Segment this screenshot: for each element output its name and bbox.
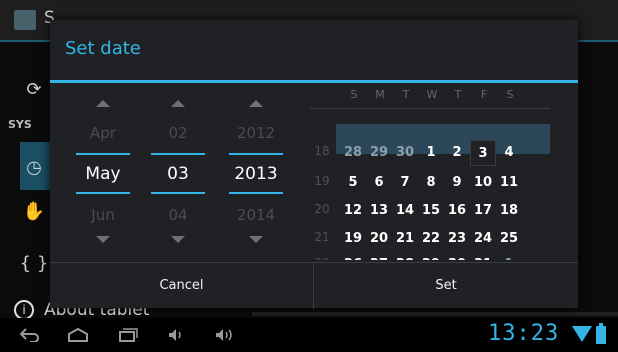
- calendar-day[interactable]: 8: [418, 170, 444, 196]
- month-increment-arrow-icon[interactable]: [96, 100, 110, 107]
- calendar-day[interactable]: 2: [444, 140, 470, 166]
- calendar-day[interactable]: 30: [444, 252, 470, 260]
- calendar-day[interactable]: 25: [496, 226, 522, 252]
- hand-icon: ✋: [22, 200, 46, 222]
- calendar-day[interactable]: 15: [418, 198, 444, 224]
- calendar-day[interactable]: 20: [366, 226, 392, 252]
- braces-icon: { }: [19, 252, 49, 274]
- recents-icon[interactable]: [116, 324, 140, 346]
- weekday-label: T: [454, 88, 462, 101]
- clock-icon: ◷: [26, 156, 42, 178]
- calendar-day[interactable]: 28: [340, 140, 366, 166]
- day-increment-arrow-icon[interactable]: [171, 100, 185, 107]
- day-current-value[interactable]: 03: [147, 164, 209, 184]
- calendar-day[interactable]: 29: [366, 140, 392, 166]
- calendar-day[interactable]: 21: [392, 226, 418, 252]
- day-next-value[interactable]: 04: [147, 206, 209, 224]
- day-selector-line-bottom: [151, 192, 205, 194]
- calendar-day[interactable]: 17: [470, 198, 496, 224]
- home-icon[interactable]: [66, 324, 90, 346]
- calendar-day[interactable]: 16: [444, 198, 470, 224]
- month-selector-line-bottom: [76, 192, 130, 194]
- year-selector-line-top: [229, 153, 283, 155]
- day-selector-line-top: [151, 153, 205, 155]
- calendar-day[interactable]: 5: [340, 170, 366, 196]
- day-spinner[interactable]: 02 03 04: [147, 88, 209, 256]
- calendar-day[interactable]: 22: [418, 226, 444, 252]
- calendar-day[interactable]: 31: [470, 252, 496, 260]
- calendar-day[interactable]: 11: [496, 170, 522, 196]
- settings-app-icon: [14, 10, 36, 30]
- weekday-label: F: [480, 88, 488, 101]
- cancel-button[interactable]: Cancel: [50, 263, 314, 309]
- month-next-value[interactable]: Jun: [72, 206, 134, 224]
- year-next-value[interactable]: 2014: [225, 206, 287, 224]
- calendar-day-selected[interactable]: 3: [470, 140, 496, 166]
- week-number: 18: [314, 144, 330, 158]
- dialog-title-divider: [50, 80, 578, 83]
- month-prev-value[interactable]: Apr: [72, 124, 134, 142]
- weekday-label: S: [350, 88, 358, 101]
- year-current-value[interactable]: 2013: [225, 164, 287, 184]
- wifi-icon: [572, 326, 592, 342]
- weekday-label: T: [402, 88, 410, 101]
- month-spinner[interactable]: Apr May Jun: [72, 88, 134, 256]
- battery-icon: [596, 323, 606, 344]
- calendar-day[interactable]: 29: [418, 252, 444, 260]
- calendar-day[interactable]: 13: [366, 198, 392, 224]
- calendar-day[interactable]: 14: [392, 198, 418, 224]
- calendar-day[interactable]: 28: [392, 252, 418, 260]
- dialog-button-bar: Cancel Set: [50, 262, 578, 309]
- year-selector-line-bottom: [229, 192, 283, 194]
- week-number: 21: [314, 230, 330, 244]
- calendar-day[interactable]: 26: [340, 252, 366, 260]
- section-header: SYS: [8, 118, 32, 131]
- calendar-day[interactable]: 6: [366, 170, 392, 196]
- day-decrement-arrow-icon[interactable]: [171, 236, 185, 243]
- system-bar: 13:23: [0, 318, 618, 352]
- month-current-value[interactable]: May: [72, 164, 134, 184]
- volume-down-icon[interactable]: [166, 324, 186, 346]
- dialog-title: Set date: [65, 38, 141, 59]
- set-button[interactable]: Set: [314, 263, 578, 309]
- week-number: 22: [310, 256, 334, 260]
- volume-up-icon[interactable]: [214, 324, 238, 346]
- calendar-day[interactable]: 7: [392, 170, 418, 196]
- month-decrement-arrow-icon[interactable]: [96, 236, 110, 243]
- calendar-day[interactable]: 10: [470, 170, 496, 196]
- calendar-day[interactable]: 18: [496, 198, 522, 224]
- calendar-day[interactable]: 30: [392, 140, 418, 166]
- calendar-header-divider: [310, 108, 550, 109]
- month-selector-line-top: [76, 153, 130, 155]
- calendar-day[interactable]: 12: [340, 198, 366, 224]
- calendar-day[interactable]: 1: [496, 252, 522, 260]
- calendar-day[interactable]: 19: [340, 226, 366, 252]
- calendar-day[interactable]: 24: [470, 226, 496, 252]
- year-decrement-arrow-icon[interactable]: [249, 236, 263, 243]
- weekday-header: S M T W T F S: [310, 86, 550, 106]
- status-clock: 13:23: [488, 321, 560, 346]
- weekday-label: S: [506, 88, 514, 101]
- day-prev-value[interactable]: 02: [147, 124, 209, 142]
- calendar-day[interactable]: 23: [444, 226, 470, 252]
- week-number: 20: [314, 202, 330, 216]
- calendar-day[interactable]: 4: [496, 140, 522, 166]
- year-spinner[interactable]: 2012 2013 2014: [225, 88, 287, 256]
- week-number: 19: [314, 174, 330, 188]
- info-icon: i: [14, 300, 34, 320]
- calendar-day[interactable]: 27: [366, 252, 392, 260]
- year-prev-value[interactable]: 2012: [225, 124, 287, 142]
- set-date-dialog: Set date Apr May Jun 02 03 04 2012 2013 …: [50, 20, 578, 309]
- weekday-label: W: [426, 88, 438, 101]
- list-divider: [252, 312, 618, 316]
- calendar-view[interactable]: S M T W T F S 18 28 29 30 1 2 3 4 19 5 6…: [310, 86, 550, 260]
- weekday-label: M: [375, 88, 385, 101]
- calendar-day[interactable]: 9: [444, 170, 470, 196]
- back-icon[interactable]: [18, 324, 42, 346]
- sync-icon: ⟳: [26, 78, 42, 100]
- calendar-day[interactable]: 1: [418, 140, 444, 166]
- year-increment-arrow-icon[interactable]: [249, 100, 263, 107]
